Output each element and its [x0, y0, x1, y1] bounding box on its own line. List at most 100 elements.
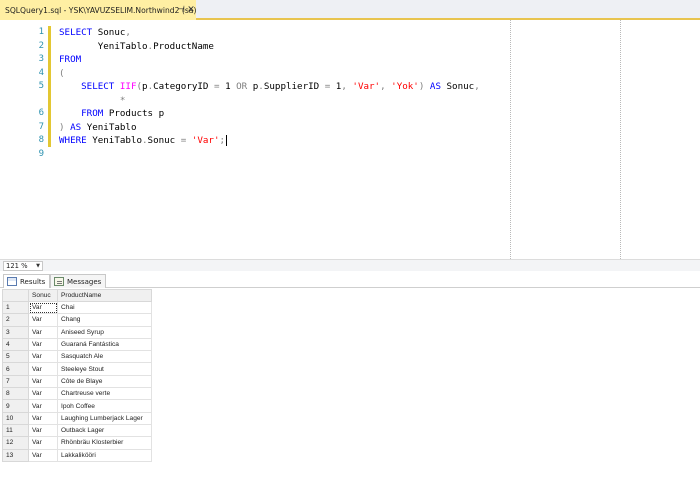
table-row[interactable]: 10 Var Laughing Lumberjack Lager [2, 411, 152, 425]
code-line[interactable]: ( [59, 67, 480, 81]
close-icon[interactable]: ✕ [186, 4, 196, 16]
code-line[interactable]: SELECT IIF(p.CategoryID = 1 OR p.Supplie… [59, 80, 480, 94]
cell-productname[interactable]: Aniseed Syrup [57, 325, 152, 339]
tab-messages[interactable]: Messages [50, 274, 107, 288]
cell-sonuc[interactable]: Var [28, 448, 58, 462]
cell-productname[interactable]: Chang [57, 313, 152, 327]
row-number[interactable]: 8 [2, 387, 29, 401]
line-number [22, 94, 44, 108]
line-number: 6 [38, 108, 44, 118]
column-guide [620, 20, 621, 259]
table-row[interactable]: 11 Var Outback Lager [2, 423, 152, 438]
cell-sonuc[interactable]: Var [28, 387, 58, 401]
code-token: Sonuc [97, 27, 126, 38]
cell-sonuc[interactable]: Var [28, 313, 58, 327]
row-number[interactable]: 10 [2, 411, 29, 425]
table-row[interactable]: 13 Var Lakkalikööri [2, 448, 152, 462]
tab-results-label: Results [20, 277, 46, 286]
cell-productname[interactable]: Côte de Blaye [57, 374, 152, 389]
code-line[interactable]: FROM [59, 53, 480, 67]
document-tab-strip: SQLQuery1.sql - YSK\YAVUZSELIM.Northwind… [0, 0, 700, 20]
line-number: 1 [38, 27, 44, 37]
code-line[interactable]: FROM Products p [59, 107, 480, 121]
row-number[interactable]: 7 [2, 374, 29, 389]
table-row[interactable]: 5 Var Sasquatch Ale [2, 350, 152, 364]
cell-sonuc[interactable]: Var [28, 337, 58, 352]
cell-productname[interactable]: Lakkalikööri [57, 448, 152, 462]
line-number: 4 [38, 67, 44, 78]
row-number[interactable]: 2 [2, 313, 29, 327]
code-token: = [213, 81, 226, 92]
splitter-bar[interactable]: 121 % ▼ [0, 259, 700, 271]
table-row[interactable]: 12 Var Rhönbräu Klosterbier [2, 436, 152, 450]
cell-sonuc[interactable]: Var [28, 325, 58, 339]
cell-productname[interactable]: Rhönbräu Klosterbier [57, 436, 152, 450]
row-number[interactable]: 5 [2, 350, 29, 364]
table-row[interactable]: 3 Var Aniseed Syrup [2, 325, 152, 339]
code-token: SELECT [81, 81, 120, 92]
table-row[interactable]: 1 Var Chai [2, 300, 152, 315]
document-tab-title: SQLQuery1.sql - YSK\YAVUZSELIM.Northwind… [5, 5, 197, 15]
cell-sonuc[interactable]: Var [28, 436, 58, 450]
cell-productname[interactable]: Ipoh Coffee [57, 399, 152, 413]
cell-sonuc[interactable]: Var [28, 411, 58, 425]
selection-margin[interactable] [0, 20, 22, 259]
table-row[interactable]: 8 Var Chartreuse verte [2, 387, 152, 401]
cell-sonuc[interactable]: Var [28, 300, 58, 315]
cell-productname[interactable]: Chai [57, 300, 152, 315]
table-row[interactable]: 7 Var Côte de Blaye [2, 374, 152, 389]
table-row[interactable]: 2 Var Chang [2, 313, 152, 327]
line-number: 7 [38, 121, 44, 132]
code-line[interactable]: SELECT Sonuc, [59, 26, 480, 40]
code-token: AS [70, 121, 87, 133]
cell-sonuc[interactable]: Var [28, 399, 58, 413]
table-row[interactable]: 4 Var Guaraná Fantástica [2, 337, 152, 352]
code-token: OR [236, 81, 253, 92]
cell-productname[interactable]: Sasquatch Ale [57, 350, 152, 364]
code-token: SupplierID [263, 81, 325, 92]
row-number[interactable]: 4 [2, 337, 29, 352]
row-header-corner[interactable] [2, 289, 29, 302]
cell-productname[interactable]: Chartreuse verte [57, 387, 152, 401]
row-number[interactable]: 1 [2, 300, 29, 315]
code-line[interactable]: ) AS YeniTablo [59, 121, 480, 135]
code-line[interactable]: WHERE YeniTablo.Sonuc = 'Var'; [59, 134, 480, 148]
column-header[interactable]: ProductName [57, 289, 152, 302]
column-header[interactable]: Sonuc [28, 289, 58, 302]
row-number[interactable]: 12 [2, 436, 29, 450]
row-number[interactable]: 9 [2, 399, 29, 413]
cell-sonuc[interactable]: Var [28, 362, 58, 376]
code-token: , [341, 81, 353, 92]
document-tab[interactable]: SQLQuery1.sql - YSK\YAVUZSELIM.Northwind… [0, 0, 196, 20]
code-token: YeniTablo [86, 121, 137, 133]
line-number: 2 [38, 40, 44, 51]
table-row[interactable]: 6 Var Steeleye Stout [2, 362, 152, 376]
line-number: 3 [38, 54, 44, 64]
row-number[interactable]: 13 [2, 448, 29, 462]
chevron-down-icon[interactable]: ▼ [36, 262, 40, 270]
code-line[interactable]: YeniTablo.ProductName [59, 40, 480, 54]
code-line[interactable]: * [59, 94, 480, 108]
code-token: 1 [225, 81, 237, 92]
cell-sonuc[interactable]: Var [28, 374, 58, 389]
zoom-dropdown[interactable]: 121 % ▼ [3, 261, 43, 271]
code-token: ) [59, 121, 71, 133]
row-number[interactable]: 11 [2, 423, 29, 438]
table-row[interactable]: 9 Var Ipoh Coffee [2, 399, 152, 413]
row-number[interactable]: 6 [2, 362, 29, 376]
code-area[interactable]: SELECT Sonuc, YeniTablo.ProductName FROM(… [59, 26, 480, 148]
cell-productname[interactable]: Steeleye Stout [57, 362, 152, 376]
sql-editor[interactable]: 1 2 3 4 5 6 7 8 9 SELECT Sonuc, YeniTablo.Produc… [0, 20, 700, 259]
row-number[interactable]: 3 [2, 325, 29, 339]
cell-productname[interactable]: Outback Lager [57, 423, 152, 438]
cell-productname[interactable]: Guaraná Fantástica [57, 337, 152, 352]
tab-results[interactable]: Results [3, 274, 51, 288]
cell-productname[interactable]: Laughing Lumberjack Lager [57, 411, 152, 425]
change-tracking-bar [48, 26, 51, 147]
cell-sonuc[interactable]: Var [28, 350, 58, 364]
code-token: CategoryID [153, 81, 214, 92]
grid-header-row: Sonuc ProductName [2, 289, 152, 302]
pin-icon[interactable]: ⊣ [176, 4, 186, 16]
code-token: IIF [119, 81, 137, 92]
cell-sonuc[interactable]: Var [28, 423, 58, 438]
